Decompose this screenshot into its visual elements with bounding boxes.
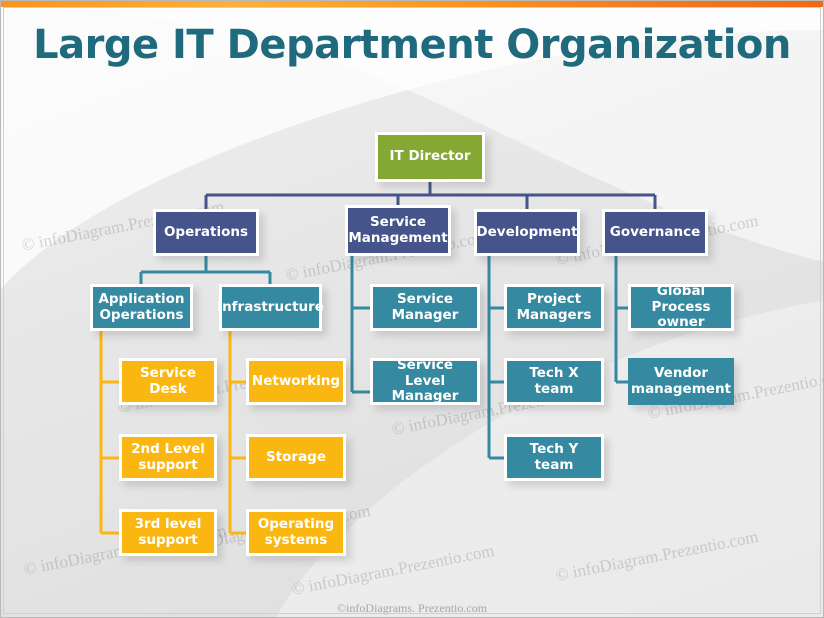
- org-node-service-manager[interactable]: Service Manager: [370, 284, 480, 331]
- org-node-operations[interactable]: Operations: [153, 209, 259, 256]
- org-node-operating-systems[interactable]: Operating systems: [246, 509, 346, 556]
- slide-canvas: Large IT Department Organization © infoD…: [0, 0, 824, 618]
- org-node-2nd-level-support[interactable]: 2nd Level support: [119, 434, 217, 481]
- org-node-global-process-owner[interactable]: Global Process owner: [628, 283, 734, 331]
- org-node-vendor-management[interactable]: Vendor management: [628, 358, 734, 405]
- org-node-application-operations[interactable]: Application Operations: [90, 284, 193, 331]
- org-node-service-level-manager[interactable]: Service Level Manager: [370, 357, 480, 405]
- org-node-service-desk[interactable]: Service Desk: [119, 358, 217, 405]
- org-node-networking[interactable]: Networking: [246, 358, 346, 405]
- org-node-storage[interactable]: Storage: [246, 434, 346, 481]
- org-node-project-managers[interactable]: Project Managers: [504, 284, 604, 331]
- org-node-3rd-level-support[interactable]: 3rd level support: [119, 509, 217, 556]
- org-node-tech-x-team[interactable]: Tech X team: [504, 358, 604, 405]
- org-node-development[interactable]: Development: [474, 209, 580, 256]
- page-title: Large IT Department Organization: [33, 22, 791, 68]
- org-node-infrastructure[interactable]: Infrastructure: [217, 284, 324, 331]
- org-node-governance[interactable]: Governance: [602, 209, 708, 256]
- org-node-service-management[interactable]: Service Management: [345, 205, 451, 256]
- accent-top-bar: [0, 0, 824, 7]
- org-node-tech-y-team[interactable]: Tech Y team: [504, 434, 604, 481]
- org-node-it-director[interactable]: IT Director: [375, 132, 485, 182]
